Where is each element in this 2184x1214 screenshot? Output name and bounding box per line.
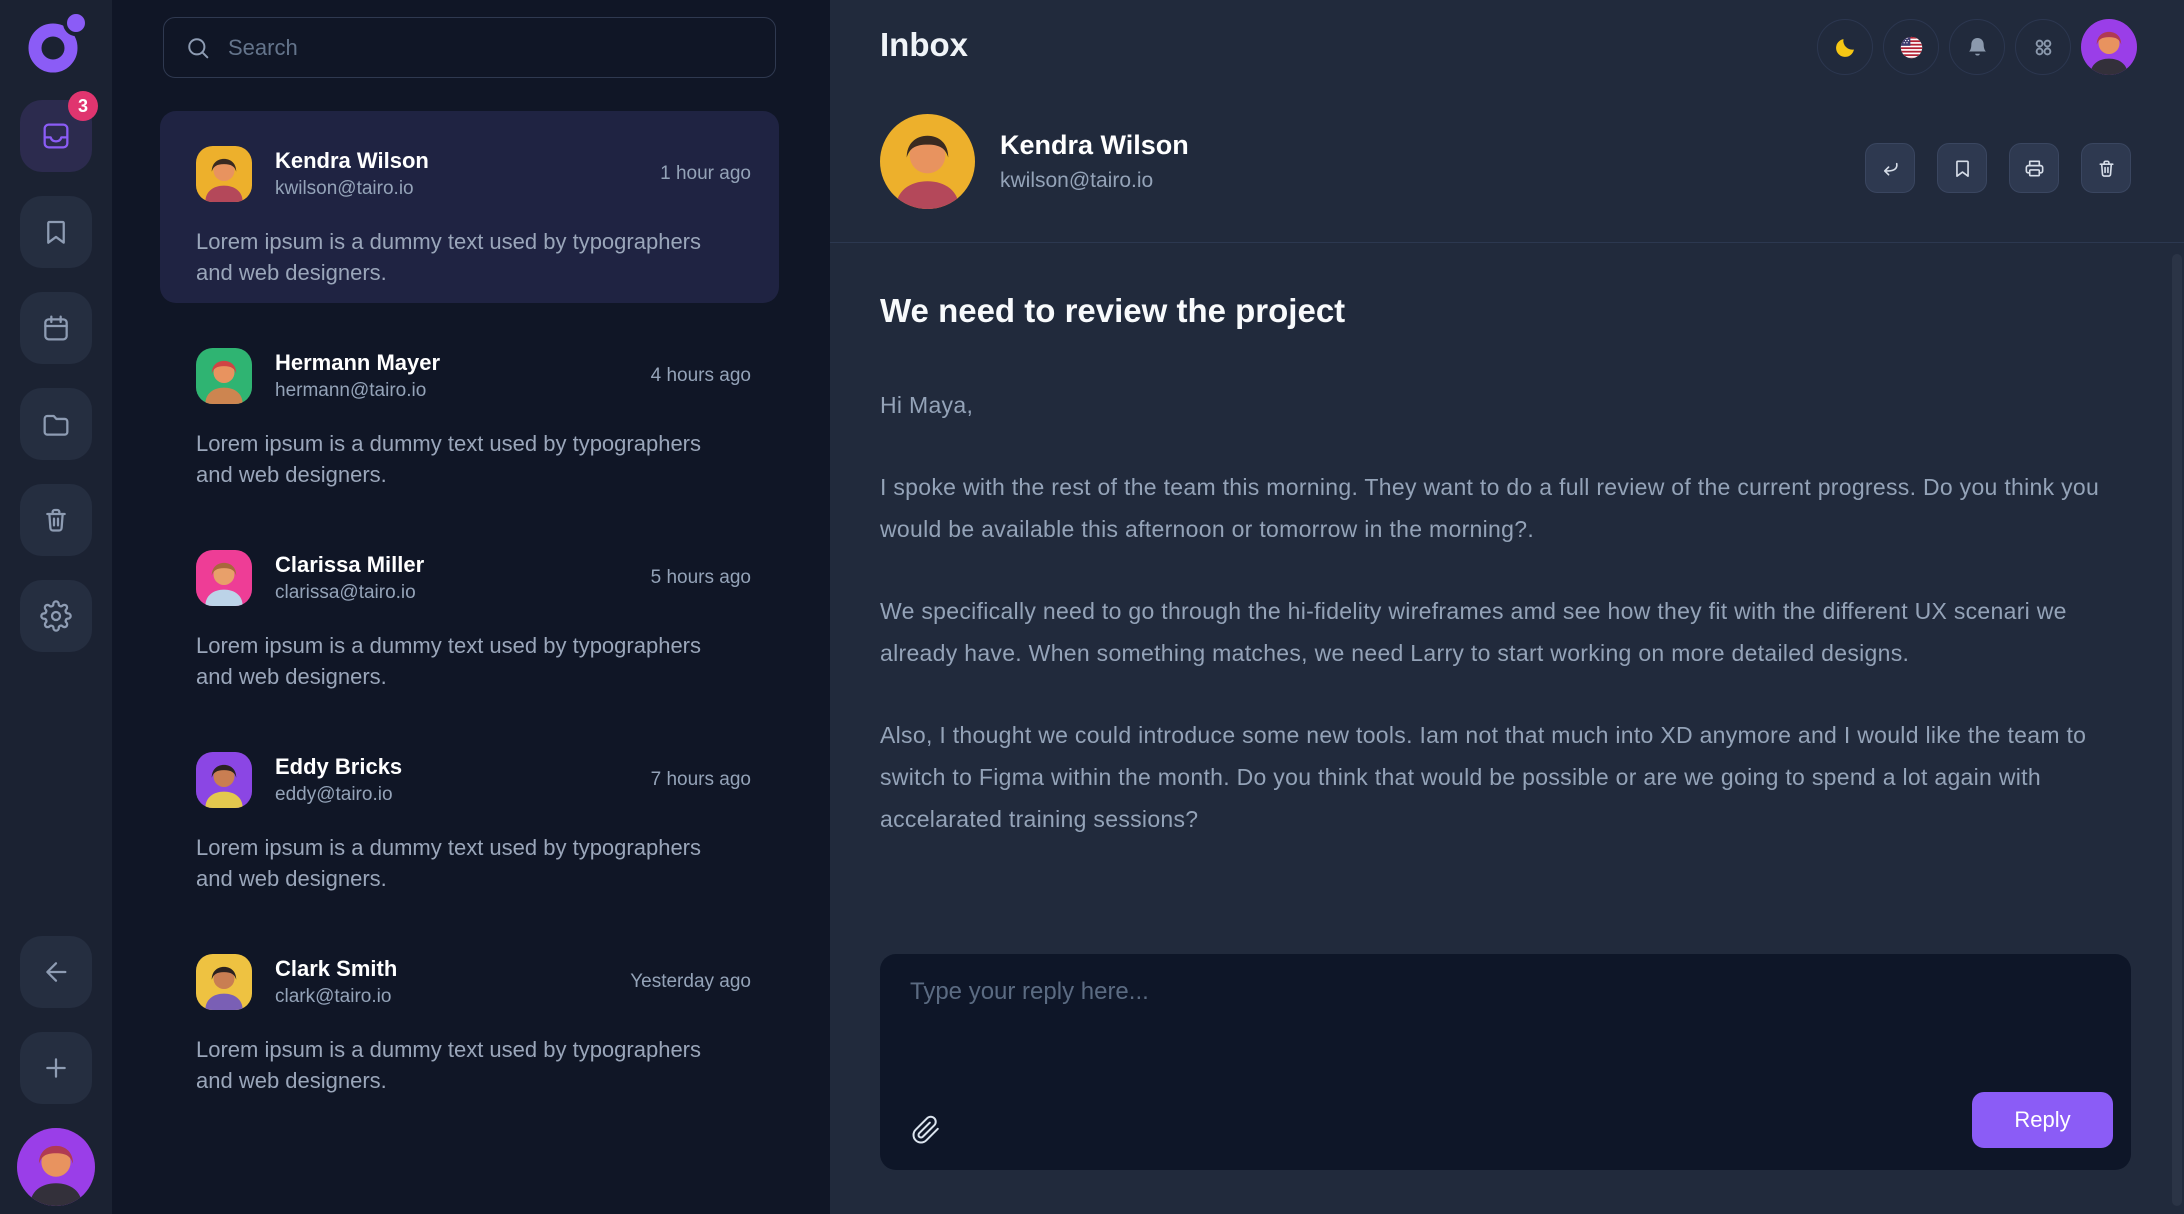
email-paragraph: Also, I thought we could introduce some …	[880, 714, 2130, 840]
plus-icon	[40, 1052, 72, 1084]
bell-icon	[1964, 34, 1991, 61]
page-title: Inbox	[880, 26, 968, 64]
paperclip-icon	[911, 1115, 941, 1145]
mail-list-item[interactable]: Kendra Wilson kwilson@tairo.io 1 hour ag…	[160, 111, 779, 303]
message-preview: Lorem ipsum is a dummy text used by typo…	[196, 428, 716, 490]
reply-send-button[interactable]: Reply	[1972, 1092, 2113, 1148]
gear-icon	[40, 600, 72, 632]
sidebar-item-settings[interactable]	[20, 580, 92, 652]
sender-email: hermann@tairo.io	[275, 380, 440, 402]
sender-avatar	[196, 348, 252, 404]
message-preview: Lorem ipsum is a dummy text used by typo…	[196, 832, 716, 894]
apps-button[interactable]	[2015, 19, 2071, 75]
trash-icon	[2095, 157, 2118, 180]
thread-header: Kendra Wilson kwilson@tairo.io	[880, 114, 1189, 209]
mail-app: 3	[0, 0, 2184, 1214]
sender-name: Hermann Mayer	[275, 350, 440, 376]
sidebar-item-bookmarks[interactable]	[20, 196, 92, 268]
sidebar-nav: 3	[20, 100, 92, 652]
sender-email: eddy@tairo.io	[275, 784, 402, 806]
sender-avatar	[196, 954, 252, 1010]
mail-list-item[interactable]: Eddy Bricks eddy@tairo.io 7 hours ago Lo…	[160, 717, 779, 909]
top-toolbar	[1817, 19, 2137, 75]
print-action-button[interactable]	[2009, 143, 2059, 193]
bookmark-icon	[1951, 157, 1974, 180]
inbox-icon	[40, 120, 72, 152]
thread-sender-avatar	[880, 114, 975, 209]
message-time: 5 hours ago	[651, 567, 751, 589]
search-input[interactable]	[228, 35, 755, 61]
sidebar-bottom	[17, 936, 95, 1206]
us-flag-icon	[1898, 34, 1925, 61]
current-user-avatar[interactable]	[17, 1128, 95, 1206]
sender-email: clark@tairo.io	[275, 986, 397, 1008]
thread-sender-name: Kendra Wilson	[1000, 130, 1189, 161]
message-preview: Lorem ipsum is a dummy text used by typo…	[196, 226, 716, 288]
reply-input[interactable]	[880, 954, 2131, 1170]
bookmark-icon	[40, 216, 72, 248]
sender-name: Kendra Wilson	[275, 148, 429, 174]
delete-action-button[interactable]	[2081, 143, 2131, 193]
mail-list-item[interactable]: Hermann Mayer hermann@tairo.io 4 hours a…	[160, 313, 779, 505]
mail-list-item[interactable]: Clarissa Miller clarissa@tairo.io 5 hour…	[160, 515, 779, 707]
folder-icon	[40, 408, 72, 440]
compose-add-button[interactable]	[20, 1032, 92, 1104]
sidebar-item-folders[interactable]	[20, 388, 92, 460]
sender-avatar	[196, 550, 252, 606]
tairo-logo-icon[interactable]	[24, 12, 88, 76]
thread-actions	[1865, 143, 2131, 193]
email-subject: We need to review the project	[880, 292, 2130, 330]
sidebar-item-inbox[interactable]: 3	[20, 100, 92, 172]
message-time: Yesterday ago	[630, 971, 751, 993]
sender-email: kwilson@tairo.io	[275, 178, 429, 200]
apps-grid-icon	[2030, 34, 2057, 61]
reply-action-button[interactable]	[1865, 143, 1915, 193]
bookmark-action-button[interactable]	[1937, 143, 1987, 193]
calendar-icon	[40, 312, 72, 344]
message-time: 1 hour ago	[660, 163, 751, 185]
current-user-avatar[interactable]	[2081, 19, 2137, 75]
sidebar-item-trash[interactable]	[20, 484, 92, 556]
sender-name: Clark Smith	[275, 956, 397, 982]
printer-icon	[2023, 157, 2046, 180]
sender-avatar	[196, 752, 252, 808]
reply-arrow-icon	[1879, 157, 1902, 180]
sender-name: Clarissa Miller	[275, 552, 424, 578]
notifications-button[interactable]	[1949, 19, 2005, 75]
email-paragraph: I spoke with the rest of the team this m…	[880, 466, 2130, 550]
message-list-pane: Kendra Wilson kwilson@tairo.io 1 hour ag…	[112, 0, 830, 1214]
sender-avatar	[196, 146, 252, 202]
message-time: 4 hours ago	[651, 365, 751, 387]
attach-file-button[interactable]	[904, 1108, 948, 1152]
search-box	[163, 17, 776, 78]
sidebar-item-calendar[interactable]	[20, 292, 92, 364]
collapse-back-button[interactable]	[20, 936, 92, 1008]
thread-sender-email: kwilson@tairo.io	[1000, 169, 1189, 193]
mail-list: Kendra Wilson kwilson@tairo.io 1 hour ag…	[112, 111, 830, 1111]
mail-list-item[interactable]: Clark Smith clark@tairo.io Yesterday ago…	[160, 919, 779, 1111]
message-preview: Lorem ipsum is a dummy text used by typo…	[196, 1034, 716, 1096]
scrollbar[interactable]	[2172, 254, 2182, 1206]
sender-email: clarissa@tairo.io	[275, 582, 424, 604]
email-paragraph: We specifically need to go through the h…	[880, 590, 2130, 674]
arrow-left-icon	[40, 956, 72, 988]
inbox-unread-badge: 3	[68, 91, 98, 121]
email-body: We need to review the project Hi Maya, I…	[880, 292, 2130, 840]
search-icon	[184, 34, 212, 62]
reading-pane: Inbox	[830, 0, 2184, 1214]
icon-sidebar: 3	[0, 0, 112, 1214]
trash-icon	[40, 504, 72, 536]
sender-name: Eddy Bricks	[275, 754, 402, 780]
email-paragraph: Hi Maya,	[880, 384, 2130, 426]
theme-toggle-button[interactable]	[1817, 19, 1873, 75]
moon-icon	[1832, 34, 1859, 61]
message-time: 7 hours ago	[651, 769, 751, 791]
reply-composer: Reply	[880, 954, 2131, 1170]
language-button[interactable]	[1883, 19, 1939, 75]
message-preview: Lorem ipsum is a dummy text used by typo…	[196, 630, 716, 692]
header-divider	[830, 242, 2184, 243]
